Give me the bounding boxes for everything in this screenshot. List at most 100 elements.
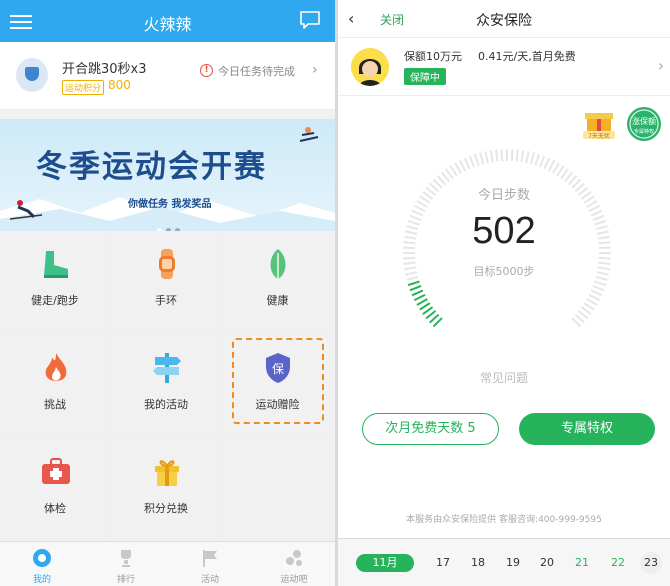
grid-label: 健康 xyxy=(266,294,289,307)
ring-tick xyxy=(510,149,514,162)
ring-tick xyxy=(580,306,592,315)
status-badge: 保障中 xyxy=(404,68,446,85)
tab-label: 运动吧 xyxy=(280,575,308,585)
ring-tick xyxy=(479,152,485,165)
ring-tick xyxy=(454,162,462,174)
grid-item-points-exchange[interactable]: 积分兑换 xyxy=(111,435,222,539)
grid-label: 积分兑换 xyxy=(144,502,188,515)
chevron-right-icon[interactable]: › xyxy=(312,62,318,78)
faq-link[interactable]: 常见问题 xyxy=(338,369,670,386)
task-status: 今日任务待完成 xyxy=(218,65,295,78)
ring-tick xyxy=(539,155,546,168)
ring-tick xyxy=(534,153,541,166)
ski-jumper-icon xyxy=(299,127,319,142)
app-title: 火辣辣 xyxy=(143,15,192,34)
insurance-header: ‹ 关闭 众安保险 xyxy=(338,0,670,38)
grid-item-walk[interactable]: 健走/跑步 xyxy=(0,227,111,331)
ring-tick xyxy=(468,155,475,168)
leaf-icon xyxy=(270,249,286,279)
ring-tick xyxy=(547,159,556,172)
task-badge-icon xyxy=(16,58,48,92)
day-item[interactable]: 19 xyxy=(501,556,525,569)
ring-tick xyxy=(409,285,422,292)
left-screen: 火辣辣 开合跳30秒x3 运动积分 800 ! 今日任务待完成 › 冬季运动会开… xyxy=(0,0,335,586)
grid-item-challenge[interactable]: 挑战 xyxy=(0,331,111,435)
promo-banner[interactable]: 冬季运动会开赛 你做任务 我发奖品 xyxy=(0,119,335,231)
tab-label: 活动 xyxy=(200,575,219,585)
ring-tick xyxy=(403,256,416,260)
grid-item-wristband[interactable]: 手环 xyxy=(111,227,222,331)
grid-label: 挑战 xyxy=(44,398,66,411)
chat-icon[interactable] xyxy=(299,10,321,30)
home-icon xyxy=(33,549,51,567)
day-item[interactable]: 21 xyxy=(570,556,594,569)
shoe-icon xyxy=(44,251,68,278)
grid-label: 体检 xyxy=(44,502,66,515)
day-item[interactable]: 22 xyxy=(606,556,630,569)
banner-title: 冬季运动会开赛 xyxy=(36,149,267,185)
ring-tick xyxy=(489,150,494,163)
ring-tick xyxy=(583,302,595,311)
date-strip: 11月 17 18 19 20 21 22 23 xyxy=(338,538,670,586)
upgrade-badge-label-top: 涨保额 xyxy=(632,116,656,126)
ring-tick xyxy=(598,256,611,260)
ring-tick xyxy=(594,280,607,287)
right-screen: ‹ 关闭 众安保险 保额10万元 0.41元/天,首月免费 保障中 › 7天无忧… xyxy=(338,0,670,586)
daily-task-card[interactable]: 开合跳30秒x3 运动积分 800 ! 今日任务待完成 › xyxy=(0,42,335,110)
skier-icon xyxy=(9,200,43,220)
step-count: 502 xyxy=(472,210,536,252)
grid-item-checkup[interactable]: 体检 xyxy=(0,435,111,539)
free-days-button[interactable]: 次月免费天数 5 xyxy=(362,413,499,445)
tab-activity[interactable]: 活动 xyxy=(168,542,252,586)
ring-tick xyxy=(458,159,467,172)
signpost-icon xyxy=(153,353,181,383)
grid-item-my-activities[interactable]: 我的活动 xyxy=(111,331,222,435)
ring-tick xyxy=(500,149,504,162)
step-goal: 目标5000步 xyxy=(473,265,535,278)
gift-badge-icon[interactable]: 7天无忧 xyxy=(583,107,615,141)
tab-sport-bar[interactable]: 运动吧 xyxy=(252,542,335,586)
points-label: 运动积分 xyxy=(62,80,105,95)
ring-tick xyxy=(552,162,560,174)
task-name: 开合跳30秒x3 xyxy=(62,62,147,77)
grid-label: 手环 xyxy=(155,294,177,307)
ring-tick xyxy=(422,306,434,315)
grid-item-health[interactable]: 健康 xyxy=(222,227,333,331)
gift-badge-label: 7天无忧 xyxy=(588,132,610,140)
upgrade-badge-icon[interactable]: 涨保额 专属特权 xyxy=(626,105,662,143)
day-item-today[interactable]: 23 xyxy=(640,552,662,574)
bubbles-icon xyxy=(286,550,302,566)
ring-tick xyxy=(463,157,471,170)
medkit-icon xyxy=(42,458,70,484)
month-pill[interactable]: 11月 xyxy=(356,554,414,572)
ring-tick xyxy=(416,298,428,306)
avatar xyxy=(351,48,389,86)
ring-tick xyxy=(543,157,551,170)
privilege-button[interactable]: 专属特权 xyxy=(519,413,655,445)
chevron-right-icon[interactable]: › xyxy=(658,56,664,75)
policy-card[interactable]: 保额10万元 0.41元/天,首月免费 保障中 › xyxy=(338,38,670,96)
ring-tick xyxy=(590,289,603,297)
ring-tick xyxy=(592,285,605,292)
grid-label: 健走/跑步 xyxy=(31,294,79,307)
tab-mine[interactable]: 我的 xyxy=(0,542,84,586)
tab-ranking[interactable]: 排行 xyxy=(84,542,168,586)
app-header: 火辣辣 xyxy=(0,0,335,42)
bottom-tab-bar: 我的 排行 活动 运动吧 xyxy=(0,541,335,586)
day-item[interactable]: 18 xyxy=(466,556,490,569)
wristband-icon xyxy=(159,249,175,279)
step-progress-ring xyxy=(403,149,611,328)
ring-tick xyxy=(419,302,431,311)
ring-tick xyxy=(449,165,458,177)
ring-tick xyxy=(484,151,489,164)
page-title: 众安保险 xyxy=(476,13,532,29)
day-item[interactable]: 17 xyxy=(431,556,455,569)
points-value: 800 xyxy=(108,78,131,92)
flag-icon xyxy=(203,550,217,567)
tab-label: 我的 xyxy=(32,575,51,585)
ring-tick xyxy=(556,165,565,177)
grid-label: 我的活动 xyxy=(144,398,188,411)
day-item[interactable]: 20 xyxy=(535,556,559,569)
tab-label: 排行 xyxy=(116,575,135,585)
coverage-amount: 保额10万元 xyxy=(404,50,462,63)
